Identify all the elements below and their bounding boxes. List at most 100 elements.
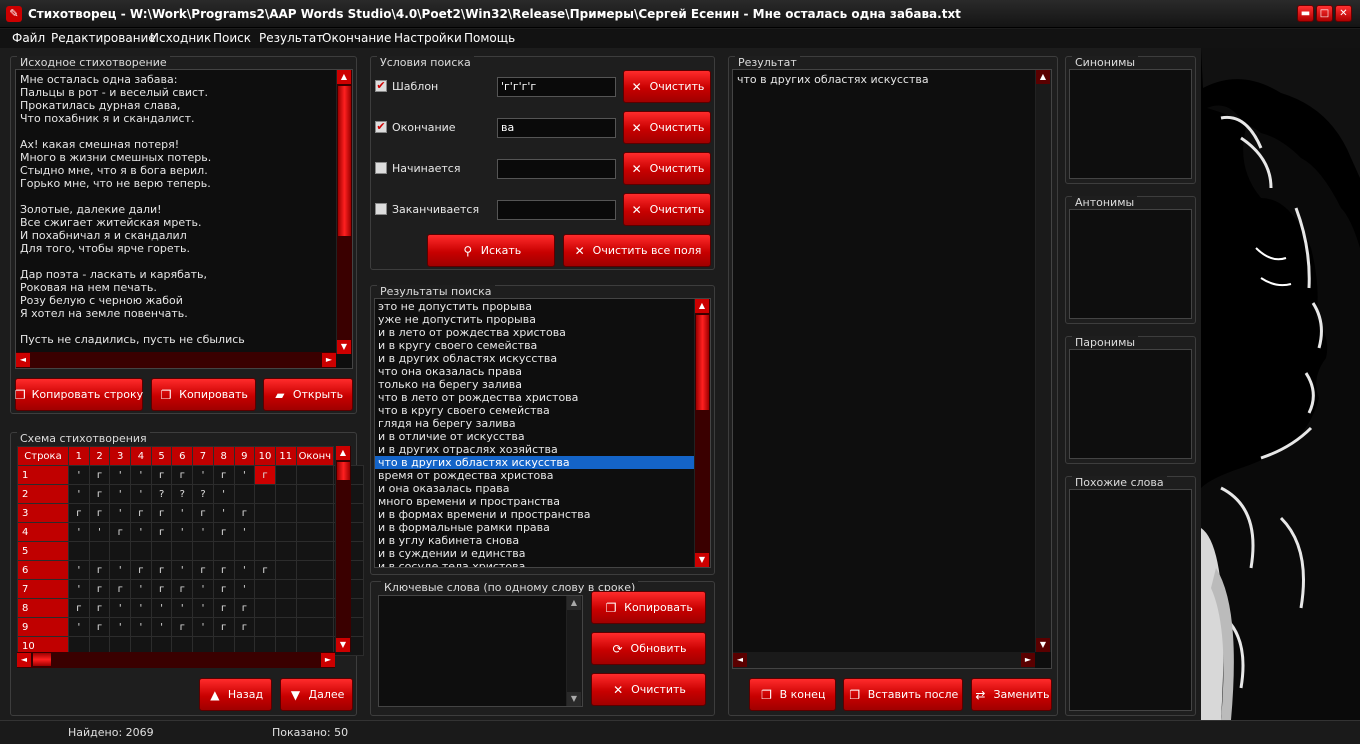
scheme-cell[interactable]: ' [130, 617, 152, 637]
condition-input[interactable]: 'г'г'г'г [497, 77, 616, 97]
scheme-cell[interactable]: ' [109, 465, 132, 485]
condition-clear-button[interactable]: ✕ Очистить [623, 152, 711, 185]
search-result-item[interactable]: что в лето от рождества христова [375, 391, 694, 404]
scheme-cell[interactable]: ' [233, 465, 256, 485]
scheme-cell[interactable] [254, 598, 276, 618]
scheme-cell[interactable]: г [233, 503, 256, 523]
scroll-down-icon[interactable]: ▼ [695, 553, 709, 567]
scheme-row[interactable]: 8гг'''''ггил [17, 598, 365, 618]
scheme-cell[interactable]: ' [171, 598, 194, 618]
menu-help[interactable]: Помощь [464, 31, 515, 45]
menu-result[interactable]: Результат [259, 31, 323, 45]
open-button[interactable]: ▰ Открыть [263, 378, 353, 411]
scheme-cell[interactable]: г [254, 465, 276, 485]
search-result-item[interactable]: это не допустить прорыва [375, 300, 694, 313]
scheme-cell[interactable]: ' [68, 560, 90, 580]
scheme-cell[interactable] [295, 484, 335, 504]
scheme-cell[interactable]: ' [109, 598, 132, 618]
close-button[interactable]: ✕ [1335, 5, 1352, 22]
scheme-scroll-thumb[interactable] [337, 462, 350, 480]
scheme-cell[interactable] [274, 598, 297, 618]
scroll-up-icon[interactable]: ▲ [567, 596, 581, 610]
scheme-cell[interactable]: г [150, 522, 173, 542]
scheme-cell[interactable]: ? [171, 484, 194, 504]
scheme-cell[interactable]: ' [130, 579, 152, 599]
scheme-cell[interactable] [150, 541, 173, 561]
scheme-cell[interactable]: г [88, 503, 111, 523]
scheme-cell[interactable] [295, 465, 335, 485]
scheme-hscrollbar[interactable]: ◄ ► [17, 652, 335, 668]
poem-vscrollbar[interactable]: ▲ ▼ [336, 70, 352, 354]
keywords-clear-button[interactable]: ✕ Очистить [591, 673, 706, 706]
search-result-item[interactable]: и в других областях искусства [375, 352, 694, 365]
scheme-cell[interactable]: г [68, 503, 90, 523]
condition-input[interactable]: ва [497, 118, 616, 138]
scheme-cell[interactable]: ' [192, 598, 214, 618]
scroll-down-icon[interactable]: ▼ [1036, 638, 1050, 652]
scheme-cell[interactable]: ' [68, 484, 90, 504]
scheme-row[interactable]: 5 [17, 541, 365, 561]
scheme-cell[interactable]: ' [130, 484, 152, 504]
scheme-row[interactable]: 7'гг'гг'г'рь [17, 579, 365, 599]
result-hscrollbar[interactable]: ◄ ► [733, 652, 1035, 668]
condition-checkbox[interactable]: ✔ [375, 80, 387, 92]
scheme-cell[interactable] [109, 541, 132, 561]
scheme-cell[interactable]: ' [171, 522, 194, 542]
menu-file[interactable]: Файл [12, 31, 45, 45]
scheme-cell[interactable] [274, 465, 297, 485]
condition-clear-button[interactable]: ✕ Очистить [623, 70, 711, 103]
clear-all-button[interactable]: ✕ Очистить все поля [563, 234, 711, 267]
scheme-cell[interactable]: г [192, 560, 214, 580]
scheme-row[interactable]: 9'г'''г'ггрь [17, 617, 365, 637]
poem-scroll-thumb[interactable] [338, 86, 351, 236]
scheme-cell[interactable]: ' [130, 465, 152, 485]
menu-ending[interactable]: Окончание [322, 31, 391, 45]
scheme-cell[interactable]: г [171, 579, 194, 599]
scheme-cell[interactable] [68, 541, 90, 561]
scheme-cell[interactable]: ' [68, 522, 90, 542]
scheme-cell[interactable]: г [130, 560, 152, 580]
antonyms-list[interactable] [1069, 209, 1192, 319]
scheme-cell[interactable] [88, 541, 111, 561]
back-button[interactable]: ▲ Назад [199, 678, 272, 711]
scheme-cell[interactable] [254, 522, 276, 542]
menu-search[interactable]: Поиск [213, 31, 251, 45]
scheme-cell[interactable]: ' [109, 560, 132, 580]
scroll-right-icon[interactable]: ► [1021, 653, 1035, 667]
search-button[interactable]: ⚲ Искать [427, 234, 555, 267]
copy-line-button[interactable]: ❐ Копировать строку [15, 378, 143, 411]
scheme-cell[interactable]: г [88, 579, 111, 599]
scheme-cell[interactable]: ' [171, 503, 194, 523]
scheme-cell[interactable]: г [212, 579, 235, 599]
replace-button[interactable]: ⇄ Заменить [971, 678, 1052, 711]
copy-button[interactable]: ❐ Копировать [151, 378, 256, 411]
result-vscrollbar[interactable]: ▲ ▼ [1035, 70, 1051, 652]
condition-clear-button[interactable]: ✕ Очистить [623, 111, 711, 144]
scheme-cell[interactable]: г [233, 598, 256, 618]
search-result-item[interactable]: и в отличие от искусства [375, 430, 694, 443]
scheme-cell[interactable] [254, 484, 276, 504]
search-result-item[interactable]: что в других областях искусства [375, 456, 694, 469]
scheme-row[interactable]: 1'г''гг'г'гва [17, 465, 365, 485]
search-result-item[interactable]: и она оказалась права [375, 482, 694, 495]
scheme-cell[interactable]: г [88, 465, 111, 485]
search-result-item[interactable]: и в формальные рамки права [375, 521, 694, 534]
scheme-cell[interactable] [295, 503, 335, 523]
scheme-cell[interactable]: ' [150, 617, 173, 637]
condition-input[interactable] [497, 200, 616, 220]
scheme-cell[interactable] [254, 503, 276, 523]
scheme-cell[interactable] [295, 560, 335, 580]
scheme-cell[interactable]: г [88, 484, 111, 504]
search-result-item[interactable]: и в других отраслях хозяйства [375, 443, 694, 456]
scroll-down-icon[interactable]: ▼ [567, 692, 581, 706]
scheme-cell[interactable]: ' [212, 503, 235, 523]
scheme-cell[interactable] [130, 541, 152, 561]
scroll-up-icon[interactable]: ▲ [336, 446, 350, 460]
scheme-cell[interactable] [233, 484, 256, 504]
scheme-cell[interactable] [295, 522, 335, 542]
scheme-cell[interactable]: г [150, 560, 173, 580]
scheme-cell[interactable]: ' [109, 484, 132, 504]
condition-checkbox[interactable]: ✔ [375, 121, 387, 133]
scheme-grid[interactable]: Строка1234567891011Оконч1'г''гг'г'гва2'г… [17, 446, 365, 656]
search-result-item[interactable]: и в углу кабинета снова [375, 534, 694, 547]
